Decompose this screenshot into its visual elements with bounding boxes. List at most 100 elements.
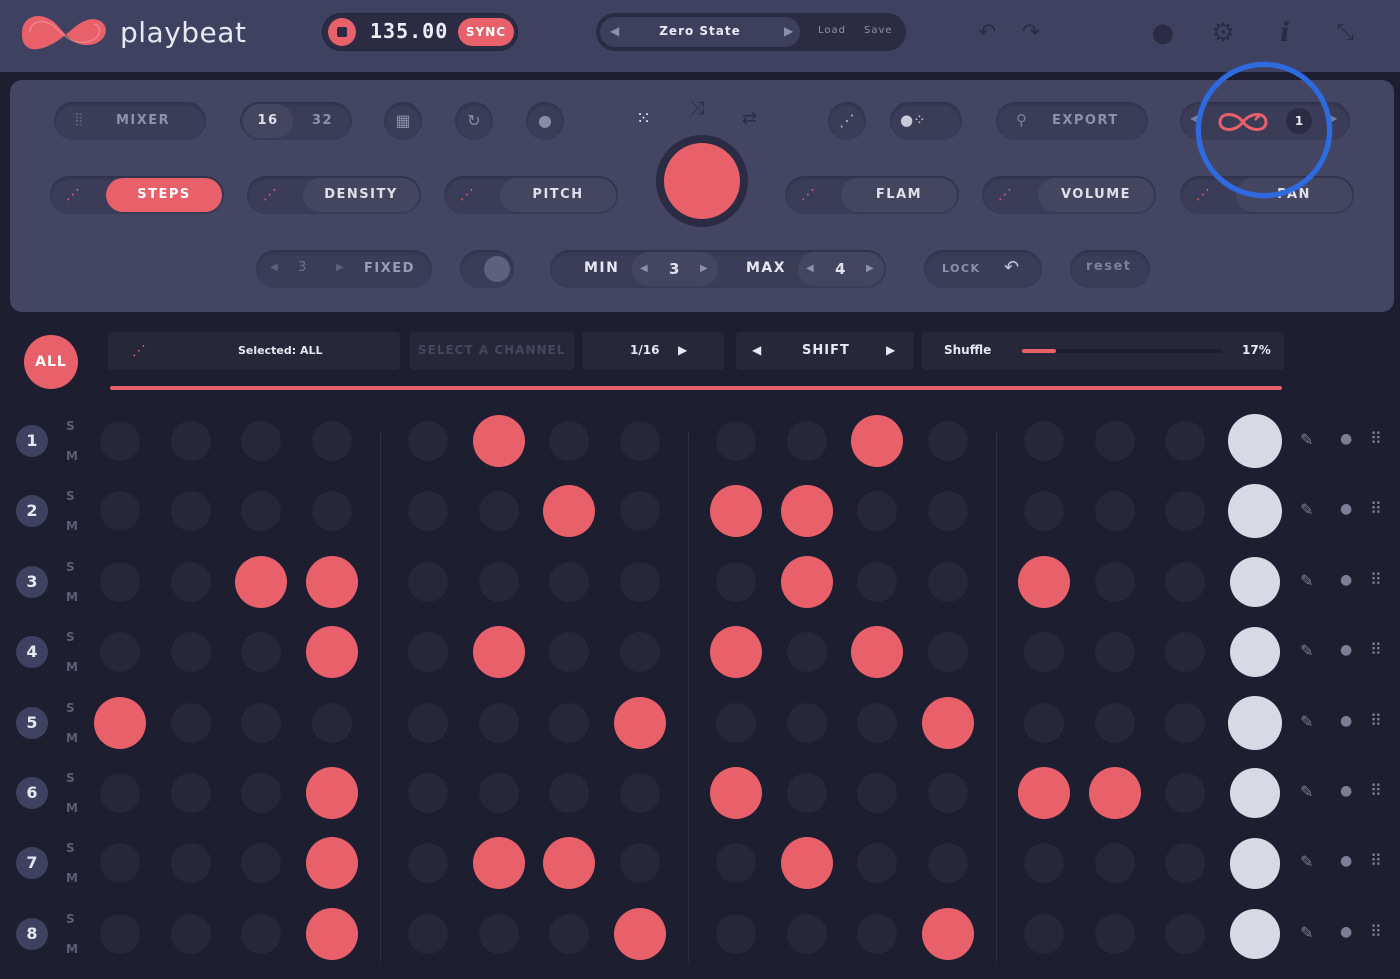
channel-volume-knob[interactable] xyxy=(1229,908,1281,960)
step-off[interactable] xyxy=(408,913,448,954)
division-value[interactable]: 1/16 xyxy=(630,343,659,357)
channel-lock-icon[interactable]: ● xyxy=(1340,501,1352,517)
step-off[interactable] xyxy=(1094,702,1135,743)
channel-volume-knob[interactable] xyxy=(1229,767,1281,819)
edit-pencil-icon[interactable]: ✎ xyxy=(1300,923,1313,942)
step-on[interactable] xyxy=(1088,767,1141,819)
step-on[interactable] xyxy=(472,837,525,890)
step-off[interactable] xyxy=(549,913,589,954)
step-on[interactable] xyxy=(305,555,358,608)
step-off[interactable] xyxy=(100,843,140,884)
tab-pitch[interactable]: PITCH xyxy=(500,178,616,212)
step-on[interactable] xyxy=(94,696,146,749)
fixed-next-icon[interactable]: ▶ xyxy=(336,262,344,273)
lock-button[interactable]: LOCK ↶ xyxy=(924,250,1042,288)
selected-dice-icon[interactable]: ⋰ xyxy=(128,340,150,362)
settings-gear-icon[interactable]: ⚙ xyxy=(1208,18,1238,48)
all-channels-button[interactable]: ALL xyxy=(24,335,78,389)
step-on[interactable] xyxy=(780,555,833,608)
reset-button[interactable]: reset xyxy=(1070,250,1150,288)
tab-flam[interactable]: FLAM xyxy=(841,178,957,212)
step-off[interactable] xyxy=(241,843,281,884)
channel-number-6[interactable]: 6 xyxy=(16,777,48,809)
flam-dice-icon[interactable]: ⋰ xyxy=(797,184,819,206)
collapse-icon[interactable]: ⤡ xyxy=(1330,18,1360,48)
step-off[interactable] xyxy=(170,773,211,813)
swap-icon[interactable]: ⇄ xyxy=(742,108,757,129)
step-off[interactable] xyxy=(1165,773,1205,813)
load-button[interactable]: Load xyxy=(818,25,846,36)
step-off[interactable] xyxy=(408,421,448,461)
channel-select[interactable]: SELECT A CHANNEL xyxy=(410,332,574,370)
step-off[interactable] xyxy=(170,702,211,743)
bpm-display[interactable]: 135.00 xyxy=(370,19,448,43)
step-off[interactable] xyxy=(1094,421,1135,461)
edit-pencil-icon[interactable]: ✎ xyxy=(1300,430,1313,449)
step-off[interactable] xyxy=(786,702,827,743)
mute-button[interactable]: M xyxy=(66,942,78,956)
step-off[interactable] xyxy=(927,773,968,813)
channel-lock-icon[interactable]: ● xyxy=(1340,853,1352,869)
steps-32-button[interactable]: 32 xyxy=(312,113,333,128)
mute-button[interactable]: M xyxy=(66,731,78,745)
edit-pencil-icon[interactable]: ✎ xyxy=(1300,782,1313,801)
channel-lock-icon[interactable]: ● xyxy=(1340,783,1352,799)
step-off[interactable] xyxy=(100,491,140,532)
mute-button[interactable]: M xyxy=(66,519,78,533)
step-on[interactable] xyxy=(305,767,358,819)
step-off[interactable] xyxy=(311,702,352,743)
export-button[interactable]: ⚲ EXPORT xyxy=(996,102,1148,140)
pan-dice-icon[interactable]: ⋰ xyxy=(1192,184,1214,206)
solo-button[interactable]: S xyxy=(66,912,75,926)
step-on[interactable] xyxy=(1018,555,1070,608)
step-on[interactable] xyxy=(1018,767,1070,819)
step-off[interactable] xyxy=(549,561,589,602)
step-on[interactable] xyxy=(543,485,595,538)
step-off[interactable] xyxy=(408,632,448,673)
step-off[interactable] xyxy=(716,421,756,461)
step-off[interactable] xyxy=(1094,561,1135,602)
step-off[interactable] xyxy=(478,702,519,743)
step-off[interactable] xyxy=(1165,632,1205,673)
step-off[interactable] xyxy=(716,561,756,602)
step-off[interactable] xyxy=(619,843,660,884)
step-off[interactable] xyxy=(100,421,140,461)
shuffle-icon[interactable]: ⤨ xyxy=(690,98,704,119)
theme-icon[interactable]: ● xyxy=(1148,18,1178,48)
division-next-icon[interactable]: ▶ xyxy=(678,343,687,357)
step-off[interactable] xyxy=(408,702,448,743)
step-off[interactable] xyxy=(857,491,897,532)
shift-right-icon[interactable]: ▶ xyxy=(886,343,895,357)
shift-left-icon[interactable]: ◀ xyxy=(752,343,761,357)
mute-button[interactable]: M xyxy=(66,871,78,885)
step-off[interactable] xyxy=(857,843,897,884)
step-off[interactable] xyxy=(716,913,756,954)
tab-density[interactable]: DENSITY xyxy=(303,178,419,212)
dice-random-icon[interactable]: ⋰ xyxy=(828,102,866,140)
step-off[interactable] xyxy=(1024,421,1064,461)
solo-button[interactable]: S xyxy=(66,771,75,785)
channel-number-8[interactable]: 8 xyxy=(16,917,48,950)
reset-rotate-icon[interactable]: ↻ xyxy=(455,102,493,140)
info-icon[interactable]: i xyxy=(1270,18,1300,48)
step-on[interactable] xyxy=(613,696,666,749)
step-on[interactable] xyxy=(305,907,358,960)
preset-next-icon[interactable]: ▶ xyxy=(784,24,793,38)
edit-pencil-icon[interactable]: ✎ xyxy=(1300,852,1313,871)
step-on[interactable] xyxy=(780,485,833,538)
step-off[interactable] xyxy=(786,632,827,673)
step-on[interactable] xyxy=(710,767,762,819)
step-off[interactable] xyxy=(241,773,281,813)
step-off[interactable] xyxy=(927,632,968,673)
drag-handle-icon[interactable]: ⠿ xyxy=(1370,499,1382,518)
step-off[interactable] xyxy=(716,702,756,743)
step-off[interactable] xyxy=(1165,491,1205,532)
drag-handle-icon[interactable]: ⠿ xyxy=(1370,922,1382,941)
step-on[interactable] xyxy=(710,626,762,679)
edit-pencil-icon[interactable]: ✎ xyxy=(1300,641,1313,660)
step-off[interactable] xyxy=(241,491,281,532)
steps-dice-icon[interactable]: ⋰ xyxy=(62,184,84,206)
preset-name[interactable]: Zero State xyxy=(600,24,800,38)
step-off[interactable] xyxy=(716,843,756,884)
step-off[interactable] xyxy=(786,421,827,461)
